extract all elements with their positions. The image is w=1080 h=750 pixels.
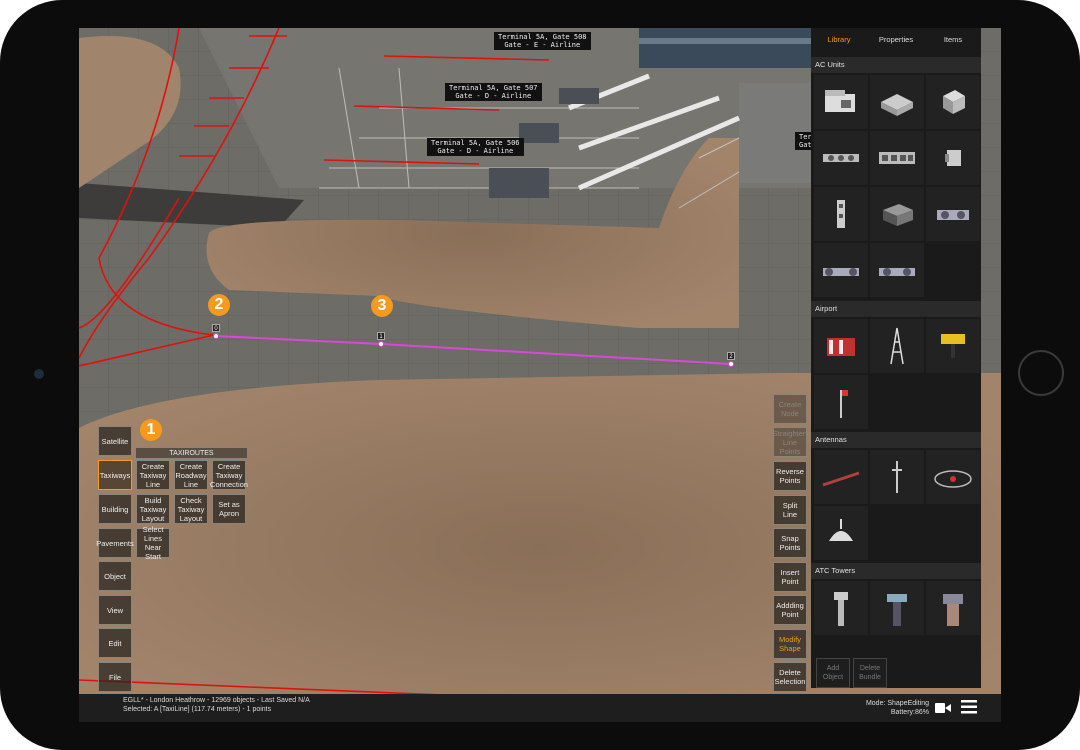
tab-properties[interactable]: Properties [868, 28, 924, 48]
insert-point-button[interactable]: Insert Point [773, 562, 807, 592]
callout-badge-1: 1 [140, 419, 162, 441]
build-taxiway-layout-button[interactable]: Build Taxiway Layout [136, 494, 170, 524]
camera-icon[interactable] [935, 702, 951, 714]
point-label-1: 1 [377, 332, 385, 340]
atc-tower-2-icon[interactable] [870, 581, 924, 635]
create-roadway-line-button[interactable]: Create Roadway Line [174, 460, 208, 490]
antenna-pole-icon[interactable] [870, 450, 924, 504]
ac-unit-8-icon[interactable] [870, 187, 924, 241]
ac-unit-7-icon[interactable] [814, 187, 868, 241]
radar-dish-icon[interactable] [926, 450, 980, 504]
atc-tower-3-icon[interactable] [926, 581, 980, 635]
status-selection-info: Selected: A [TaxiLine] (117.74 meters) -… [123, 706, 272, 713]
snap-points-button[interactable]: Snap Points [773, 528, 807, 558]
terminal-building [639, 28, 819, 68]
menu-file-button[interactable]: File [98, 662, 132, 692]
tab-library[interactable]: Library [811, 28, 867, 48]
menu-edit-button[interactable]: Edit [98, 628, 132, 658]
reverse-points-button[interactable]: Reverse Points [773, 461, 807, 491]
container-icon[interactable] [814, 319, 868, 373]
modify-shape-button[interactable]: Modify Shape [773, 629, 807, 659]
home-button[interactable] [1018, 350, 1064, 396]
gate-label-508: Terminal 5A, Gate 508 Gate - E - Airline [494, 32, 591, 50]
front-camera [34, 369, 44, 379]
app-screen: Terminal 5A, Gate 508 Gate - E - Airline … [79, 28, 1001, 722]
point-label-0: 0 [212, 324, 220, 332]
dome-antenna-icon[interactable] [814, 506, 868, 560]
menu-pavements-button[interactable]: Pavements [96, 528, 134, 558]
ac-unit-6-icon[interactable] [926, 131, 980, 185]
taxiroutes-header: TAXIROUTES [135, 447, 248, 459]
straighten-line-points-button[interactable]: Straighten Line Points [773, 427, 807, 457]
section-antennas[interactable]: Antennas [811, 432, 981, 448]
sign-yellow-icon[interactable] [926, 319, 980, 373]
delete-bundle-button[interactable]: Delete Bundle [853, 658, 887, 688]
split-line-button[interactable]: Split Line [773, 495, 807, 525]
create-node-button[interactable]: Create Node [773, 394, 807, 424]
status-airport-info: EGLL* - London Heathrow - 12969 objects … [123, 697, 310, 704]
hamburger-menu-icon[interactable] [961, 700, 977, 714]
set-as-apron-button[interactable]: Set as Apron [212, 494, 246, 524]
gate-label-506: Terminal 5A, Gate 506 Gate - D - Airline [427, 138, 524, 156]
tab-items[interactable]: Items [925, 28, 981, 48]
radio-mast-icon[interactable] [870, 319, 924, 373]
point-label-2: 2 [727, 352, 735, 360]
delete-selection-button[interactable]: Delete Selection [773, 662, 807, 692]
tablet-frame: Terminal 5A, Gate 508 Gate - E - Airline … [0, 0, 1080, 750]
callout-badge-3: 3 [371, 295, 393, 317]
ac-unit-3-icon[interactable] [926, 75, 980, 129]
callout-badge-2: 2 [208, 294, 230, 316]
section-airport[interactable]: Airport [811, 301, 981, 317]
check-taxiway-layout-button[interactable]: Check Taxiway Layout [174, 494, 208, 524]
menu-view-button[interactable]: View [98, 595, 132, 625]
panel-tabs: Library Properties Items [811, 28, 981, 48]
library-panel: Library Properties Items AC Units Airpor… [811, 28, 981, 688]
ac-unit-9-icon[interactable] [926, 187, 980, 241]
ac-unit-11-icon[interactable] [870, 243, 924, 297]
menu-satellite-button[interactable]: Satellite [98, 426, 132, 456]
atc-tower-1-icon[interactable] [814, 581, 868, 635]
ac-unit-4-icon[interactable] [814, 131, 868, 185]
ac-unit-5-icon[interactable] [870, 131, 924, 185]
section-atc-towers[interactable]: ATC Towers [811, 563, 981, 579]
add-object-button[interactable]: Add Object [816, 658, 850, 688]
gate-label-507: Terminal 5A, Gate 507 Gate - D - Airline [445, 83, 542, 101]
ac-unit-10-icon[interactable] [814, 243, 868, 297]
antenna-array-icon[interactable] [814, 450, 868, 504]
status-battery: Battery:86% [890, 709, 929, 716]
ac-unit-2-icon[interactable] [870, 75, 924, 129]
status-mode: Mode: ShapeEditing [865, 700, 929, 707]
windsock-icon[interactable] [814, 375, 868, 429]
create-taxiway-line-button[interactable]: Create Taxiway Line [136, 460, 170, 490]
ac-unit-1-icon[interactable] [814, 75, 868, 129]
adding-point-button[interactable]: Addding Point [773, 595, 807, 625]
status-bar: EGLL* - London Heathrow - 12969 objects … [79, 694, 1001, 722]
menu-building-button[interactable]: Building [98, 494, 132, 524]
select-lines-near-start-button[interactable]: Select Lines Near Start [136, 525, 170, 561]
menu-object-button[interactable]: Object [98, 561, 132, 591]
create-taxiway-connection-button[interactable]: Create Taxiway Connection [210, 460, 248, 490]
menu-taxiways-button[interactable]: Taxiways [98, 460, 132, 490]
section-ac-units[interactable]: AC Units [811, 57, 981, 73]
